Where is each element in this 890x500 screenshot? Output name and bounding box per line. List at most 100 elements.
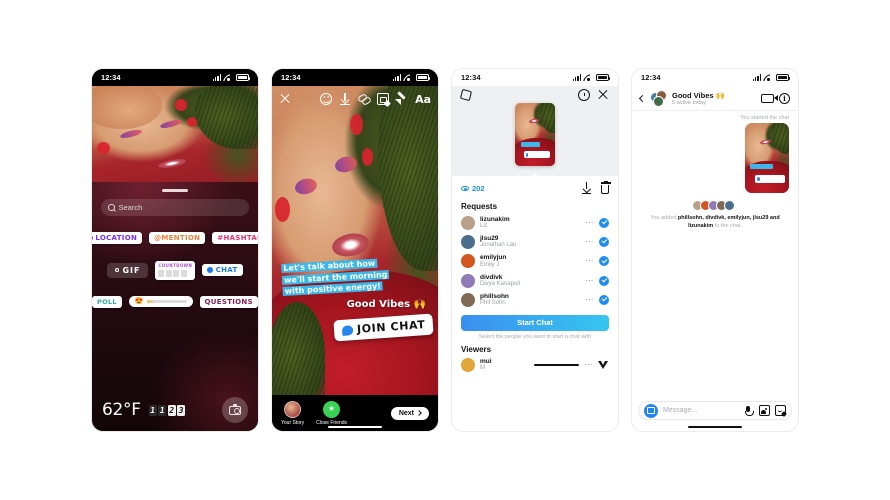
- status-indicators: [752, 74, 791, 81]
- emoji-icon[interactable]: [320, 93, 333, 105]
- username: divdivk: [480, 273, 503, 281]
- close-icon[interactable]: [597, 89, 609, 101]
- user-info: divdivk Divya Kanapuli: [480, 274, 580, 288]
- sticker-hashtag[interactable]: #HASHTAG: [212, 232, 258, 244]
- slider-track[interactable]: [146, 300, 187, 303]
- selected-checkmark-icon[interactable]: [599, 275, 609, 286]
- camera-sticker-button[interactable]: [222, 397, 248, 423]
- sticker-row-3: POLL 😍 QUESTIONS: [92, 295, 258, 308]
- archive-clock-icon[interactable]: [578, 89, 590, 101]
- destination-your-story[interactable]: Your Story: [281, 400, 305, 426]
- wifi-icon: [764, 74, 773, 81]
- destination-close-friends[interactable]: Close Friends: [316, 400, 347, 426]
- story-text-overlay[interactable]: Let's talk about how we'll start the mor…: [281, 257, 390, 298]
- more-options-icon[interactable]: ⋯: [584, 360, 593, 369]
- chat-bubble-icon: [341, 324, 354, 336]
- drag-handle[interactable]: [162, 189, 188, 192]
- user-info: emilyjun Emily J: [480, 254, 580, 268]
- more-options-icon[interactable]: ⋯: [585, 276, 594, 285]
- location-pin-icon: [92, 235, 93, 241]
- user-info: jlsu29 Jonathan Lau: [480, 235, 580, 249]
- user-info: mui M: [480, 358, 525, 372]
- link-icon[interactable]: [358, 93, 370, 105]
- status-time: 12:34: [101, 73, 121, 82]
- sticker-search-input[interactable]: Search: [101, 199, 249, 216]
- phone-viewers-sheet: 12:34 202 Requests lizunakim Liz ⋯ jlsu2…: [452, 69, 618, 431]
- share-icon[interactable]: [598, 359, 609, 370]
- sticker-clock[interactable]: 1 1 2 3: [148, 404, 186, 416]
- video-call-icon[interactable]: [761, 93, 778, 103]
- download-icon[interactable]: [581, 182, 592, 194]
- download-icon[interactable]: [339, 93, 351, 105]
- request-row[interactable]: divdivk Divya Kanapuli ⋯: [452, 271, 618, 290]
- sticker-icon[interactable]: [377, 93, 390, 105]
- requests-header: Requests: [461, 202, 498, 211]
- text-tool-label[interactable]: Aa: [415, 94, 431, 105]
- search-placeholder: Search: [118, 203, 143, 212]
- next-button[interactable]: Next: [390, 406, 429, 420]
- selected-checkmark-icon[interactable]: [599, 217, 609, 228]
- sticker-gif[interactable]: GIF: [107, 262, 149, 278]
- group-avatar[interactable]: [650, 89, 667, 107]
- request-row[interactable]: lizunakim Liz ⋯: [452, 213, 618, 232]
- selected-checkmark-icon[interactable]: [599, 237, 609, 248]
- sticker-mention[interactable]: @MENTION: [149, 232, 206, 244]
- redaction-bar: [534, 363, 580, 367]
- more-options-icon[interactable]: ⋯: [585, 296, 594, 304]
- full-name: Emily J: [480, 261, 500, 268]
- destination-label: Your Story: [281, 419, 305, 426]
- sticker-emoji-slider[interactable]: 😍: [128, 296, 193, 307]
- viewers-header: Viewers: [461, 344, 492, 354]
- close-icon[interactable]: [279, 93, 291, 105]
- avatar: [461, 254, 475, 269]
- highlight-icon[interactable]: [459, 88, 473, 102]
- phone-group-chat: 12:34 Good Vibes 🙌 5 active today i You …: [632, 69, 798, 431]
- eye-icon: [461, 185, 469, 191]
- join-chat-label: JOIN CHAT: [356, 318, 426, 336]
- clock-digit: 3: [177, 404, 186, 416]
- info-icon[interactable]: i: [779, 92, 790, 104]
- camera-icon[interactable]: [644, 403, 658, 418]
- shared-story-message[interactable]: [745, 123, 789, 193]
- viewer-row[interactable]: mui M ⋯: [452, 356, 618, 374]
- full-name: Jonathan Lau: [480, 242, 517, 249]
- clock-digit: 2: [167, 404, 176, 416]
- message-input[interactable]: Message...: [663, 407, 738, 414]
- sticker-questions[interactable]: QUESTIONS: [199, 295, 258, 308]
- story-canvas[interactable]: [272, 86, 438, 395]
- sticker-temperature[interactable]: 62°F: [102, 400, 141, 420]
- signal-icon: [392, 74, 401, 81]
- sticker-chat[interactable]: CHAT: [202, 264, 243, 277]
- mic-icon[interactable]: [743, 405, 754, 416]
- wifi-icon: [584, 74, 593, 81]
- signal-icon: [752, 74, 761, 81]
- delete-icon[interactable]: [600, 180, 612, 194]
- camera-icon: [229, 403, 241, 415]
- request-row[interactable]: jlsu29 Jonathan Lau ⋯: [452, 232, 618, 251]
- more-options-icon[interactable]: ⋯: [585, 238, 594, 246]
- sticker-icon[interactable]: [775, 405, 786, 416]
- start-chat-button[interactable]: Start Chat: [461, 314, 609, 331]
- request-row[interactable]: emilyjun Emily J ⋯: [452, 252, 618, 271]
- sticker-poll[interactable]: POLL: [92, 295, 122, 308]
- story-thumbnail[interactable]: [515, 103, 555, 166]
- sticker-countdown[interactable]: COUNTDOWN: [155, 261, 196, 280]
- wifi-icon: [224, 74, 233, 81]
- gallery-icon[interactable]: [759, 405, 770, 416]
- selected-checkmark-icon[interactable]: [599, 295, 609, 306]
- sticker-row-1: LOCATION @MENTION #HASHTAG: [92, 232, 258, 244]
- gif-dot-icon: [115, 268, 120, 273]
- chat-sticker-title[interactable]: Good Vibes 🙌: [347, 299, 426, 310]
- status-bar: 12:34: [92, 69, 258, 86]
- more-options-icon[interactable]: ⋯: [585, 257, 594, 265]
- pen-icon[interactable]: [395, 93, 408, 105]
- request-row[interactable]: phillsohn Phil Sohn ⋯: [452, 290, 618, 309]
- message-composer[interactable]: Message...: [638, 401, 792, 420]
- sticker-location[interactable]: LOCATION: [92, 232, 143, 244]
- selected-checkmark-icon[interactable]: [599, 256, 609, 267]
- more-options-icon[interactable]: ⋯: [585, 218, 594, 227]
- sticker-gif-label: GIF: [122, 265, 141, 275]
- back-icon[interactable]: [638, 94, 647, 102]
- chat-title-group[interactable]: Good Vibes 🙌 5 active today: [672, 91, 725, 106]
- view-count[interactable]: 202: [461, 184, 485, 193]
